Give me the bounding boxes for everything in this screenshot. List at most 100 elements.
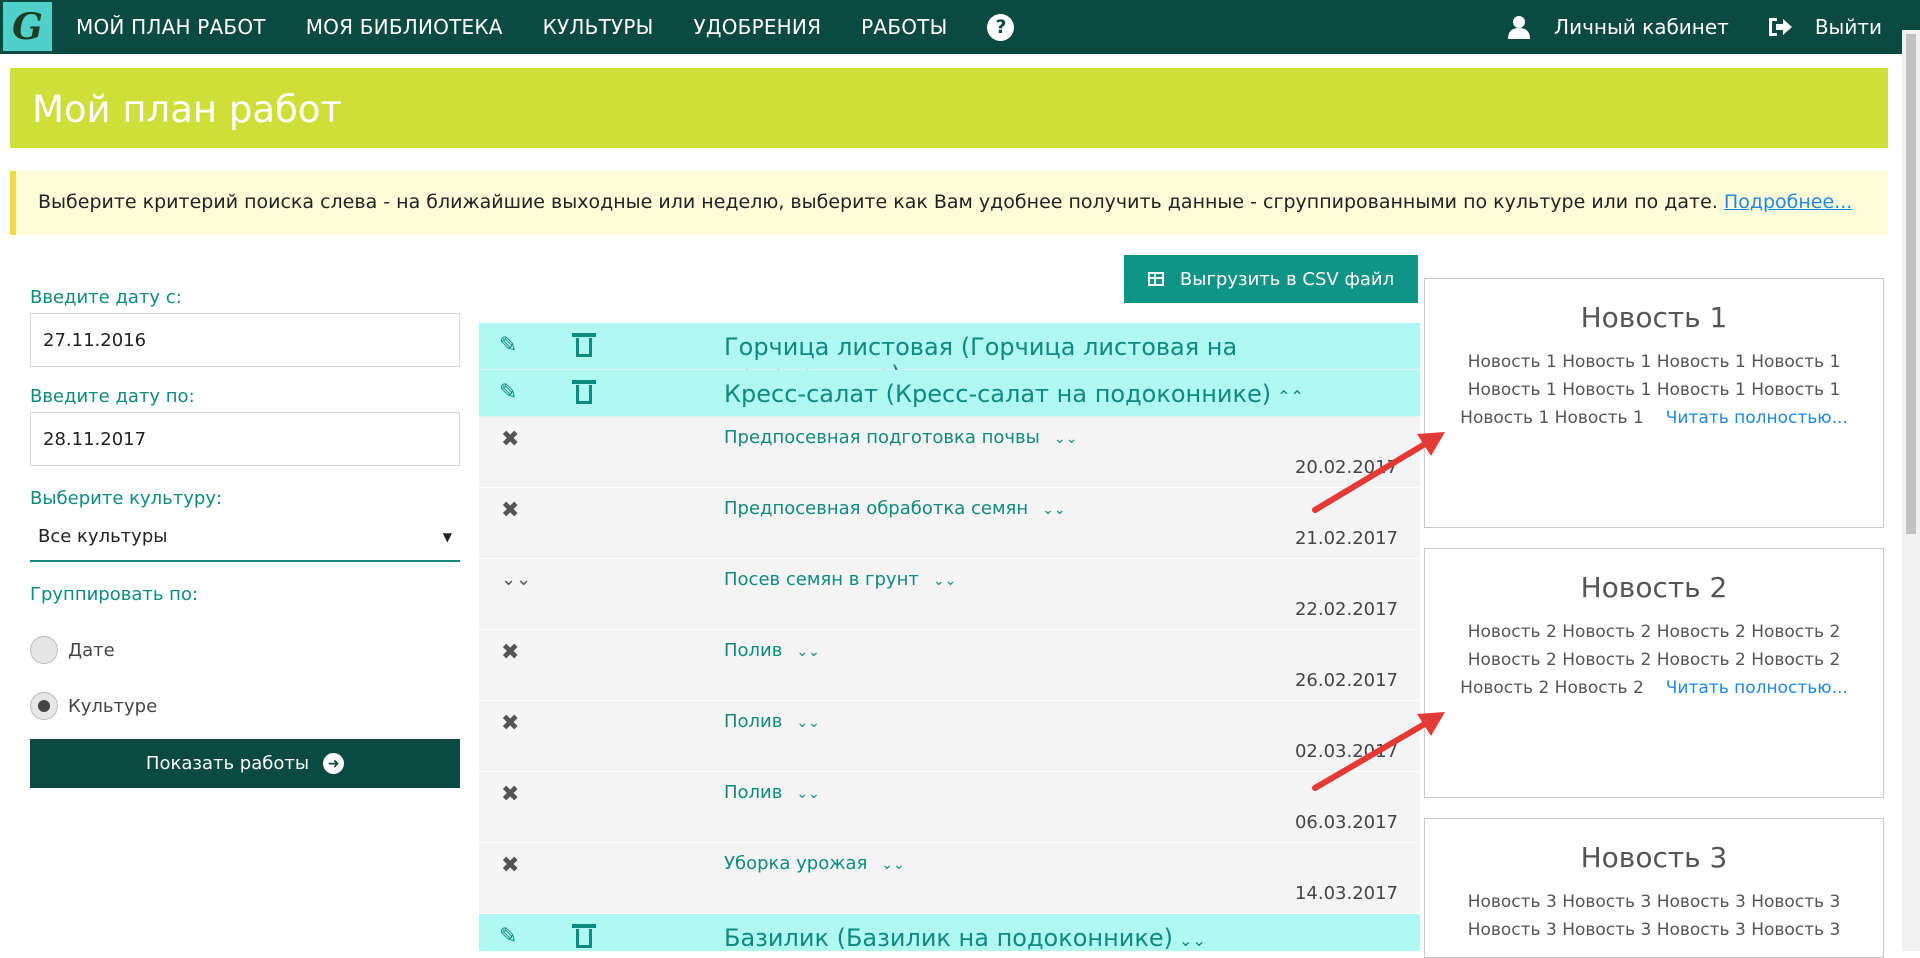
scrollbar-thumb[interactable] — [1906, 34, 1916, 534]
task-name[interactable]: Полив ⌄⌄ — [724, 782, 820, 803]
site-logo[interactable]: G — [3, 2, 52, 51]
close-icon[interactable]: ✖ — [501, 853, 519, 878]
page-title-banner: Мой план работ — [10, 68, 1888, 148]
chevron-up-icon[interactable]: ⌃⌃ — [1277, 387, 1304, 406]
nav-item-my-plan[interactable]: МОЙ ПЛАН РАБОТ — [56, 15, 286, 39]
nav-item-works[interactable]: РАБОТЫ — [841, 15, 967, 39]
logout-link[interactable]: Выйти — [1815, 15, 1882, 39]
export-csv-label: Выгрузить в CSV файл — [1179, 268, 1395, 290]
task-row: ✖ Предпосевная обработка семян ⌄⌄ 21.02.2… — [479, 488, 1420, 559]
radio-button-checked[interactable] — [30, 692, 58, 720]
user-icon[interactable] — [1506, 14, 1532, 40]
task-date: 06.03.2017 — [1294, 812, 1398, 833]
news-text: Новость 2 Новость 2 Новость 2 Новость 2 … — [1425, 618, 1883, 702]
crop-title[interactable]: Кресс-салат (Кресс-салат на подоконнике)… — [724, 380, 1304, 408]
edit-icon[interactable]: ✎ — [499, 380, 517, 405]
logout-icon[interactable] — [1767, 14, 1793, 40]
news-line: Новость 3 Новость 3 Новость 3 Новость 3 — [1467, 920, 1841, 940]
show-works-button[interactable]: Показать работы ➜ — [30, 739, 460, 788]
task-row: ✖ Полив ⌄⌄ 26.02.2017 — [479, 630, 1420, 701]
task-name[interactable]: Предпосевная подготовка почвы ⌄⌄ — [724, 427, 1077, 448]
news-line: Новость 2 Новость 2 Новость 2 Новость 2 — [1467, 650, 1841, 670]
date-from-input[interactable]: 27.11.2016 — [30, 313, 460, 367]
nav-item-library[interactable]: МОЯ БИБЛИОТЕКА — [286, 15, 523, 39]
news-line: Новость 2 Новость 2 — [1460, 678, 1644, 698]
date-from-label: Введите дату с: — [30, 287, 182, 308]
task-name-text: Полив — [724, 640, 783, 661]
task-name-text: Уборка урожая — [724, 853, 868, 874]
help-icon[interactable]: ? — [987, 13, 1015, 41]
chevron-down-icon[interactable]: ⌄⌄ — [1179, 931, 1206, 950]
crop-row[interactable]: ✎ Кресс-салат (Кресс-салат на подоконник… — [479, 370, 1420, 417]
chevron-down-icon[interactable]: ⌄⌄ — [881, 857, 904, 873]
chevron-down-icon[interactable]: ⌄⌄ — [1054, 431, 1077, 447]
account-link[interactable]: Личный кабинет — [1554, 15, 1729, 39]
radio-button[interactable] — [30, 636, 58, 664]
news-title: Новость 1 — [1580, 301, 1728, 334]
nav-item-fertilizers[interactable]: УДОБРЕНИЯ — [674, 15, 842, 39]
crop-row[interactable]: ✎ Горчица листовая (Горчица листовая на … — [479, 323, 1420, 389]
task-name[interactable]: Предпосевная обработка семян ⌄⌄ — [724, 498, 1066, 519]
close-icon[interactable]: ✖ — [501, 782, 519, 807]
close-icon[interactable]: ✖ — [501, 498, 519, 523]
task-name-text: Предпосевная обработка семян — [724, 498, 1029, 519]
close-icon[interactable]: ✖ — [501, 427, 519, 452]
arrow-right-icon: ➜ — [323, 753, 345, 774]
news-line: Новость 1 Новость 1 Новость 1 Новость 1 — [1467, 352, 1841, 372]
trash-icon[interactable] — [572, 333, 596, 357]
trash-icon[interactable] — [572, 924, 596, 948]
chevron-down-icon[interactable]: ⌄⌄ — [1042, 502, 1065, 518]
crop-title-text: Кресс-салат (Кресс-салат на подоконнике) — [724, 380, 1272, 408]
info-more-link[interactable]: Подробнее... — [1724, 191, 1852, 213]
task-row: ⌄⌄ Посев семян в грунт ⌄⌄ 22.02.2017 — [479, 559, 1420, 630]
close-icon[interactable]: ✖ — [501, 640, 519, 665]
work-plan-list: ✎ Горчица листовая (Горчица листовая на … — [479, 323, 1420, 951]
nav-item-cultures[interactable]: КУЛЬТУРЫ — [523, 15, 674, 39]
close-icon[interactable]: ✖ — [501, 711, 519, 736]
news-line: Новость 2 Новость 2 Новость 2 Новость 2 — [1467, 622, 1841, 642]
chevron-down-icon[interactable]: ⌄⌄ — [796, 786, 819, 802]
task-name[interactable]: Полив ⌄⌄ — [724, 711, 820, 732]
news-title: Новость 3 — [1580, 841, 1728, 874]
task-name[interactable]: Посев семян в грунт ⌄⌄ — [724, 569, 956, 590]
task-row: ✖ Полив ⌄⌄ 06.03.2017 — [479, 772, 1420, 843]
top-navbar: G МОЙ ПЛАН РАБОТ МОЯ БИБЛИОТЕКА КУЛЬТУРЫ… — [0, 0, 1920, 54]
edit-icon[interactable]: ✎ — [499, 924, 517, 949]
read-more-link[interactable]: Читать полностью... — [1666, 678, 1848, 698]
export-csv-button[interactable]: Выгрузить в CSV файл — [1124, 255, 1418, 303]
chevron-down-icon[interactable]: ⌄⌄ — [796, 644, 819, 660]
trash-icon[interactable] — [572, 380, 596, 404]
date-to-input[interactable]: 28.11.2017 — [30, 412, 460, 466]
edit-icon[interactable]: ✎ — [499, 333, 517, 358]
main-nav: МОЙ ПЛАН РАБОТ МОЯ БИБЛИОТЕКА КУЛЬТУРЫ У… — [56, 0, 1015, 54]
news-line: Новость 1 Новость 1 Новость 1 Новость 1 — [1467, 380, 1841, 400]
task-date: 14.03.2017 — [1294, 883, 1398, 904]
show-works-label: Показать работы — [145, 753, 310, 774]
news-text: Новость 1 Новость 1 Новость 1 Новость 1 … — [1425, 348, 1883, 432]
crop-title[interactable]: Базилик (Базилик на подоконнике) ⌄⌄ — [724, 924, 1206, 951]
read-more-link[interactable]: Читать полностью... — [1666, 408, 1848, 428]
task-name-text: Предпосевная подготовка почвы — [724, 427, 1040, 448]
radio-label-culture: Культуре — [68, 695, 158, 717]
radio-group-culture[interactable]: Культуре — [30, 692, 157, 720]
task-name-text: Посев семян в грунт — [724, 569, 919, 590]
crop-row[interactable]: ✎ Базилик (Базилик на подоконнике) ⌄⌄ — [479, 914, 1420, 951]
culture-select[interactable]: Все культуры ▼ — [30, 518, 460, 562]
double-chevron-icon[interactable]: ⌄⌄ — [501, 569, 531, 590]
chevron-down-icon[interactable]: ⌄⌄ — [933, 573, 956, 589]
info-text: Выберите критерий поиска слева - на ближ… — [38, 191, 1718, 213]
crop-title-text: Базилик (Базилик на подоконнике) — [724, 924, 1174, 951]
logo-letter: G — [12, 5, 43, 48]
radio-group-date[interactable]: Дате — [30, 636, 115, 664]
chevron-down-icon[interactable]: ⌄⌄ — [796, 715, 819, 731]
task-name-text: Полив — [724, 711, 783, 732]
page-scrollbar[interactable] — [1902, 30, 1920, 951]
info-bar: Выберите критерий поиска слева - на ближ… — [10, 171, 1888, 235]
task-name[interactable]: Уборка урожая ⌄⌄ — [724, 853, 905, 874]
task-date: 21.02.2017 — [1294, 528, 1398, 549]
date-to-label: Введите дату по: — [30, 386, 195, 407]
task-row: ✖ Предпосевная подготовка почвы ⌄⌄ 20.02.… — [479, 417, 1420, 488]
radio-label-date: Дате — [68, 639, 115, 661]
task-name[interactable]: Полив ⌄⌄ — [724, 640, 820, 661]
news-line: Новость 3 Новость 3 Новость 3 Новость 3 — [1467, 892, 1841, 912]
